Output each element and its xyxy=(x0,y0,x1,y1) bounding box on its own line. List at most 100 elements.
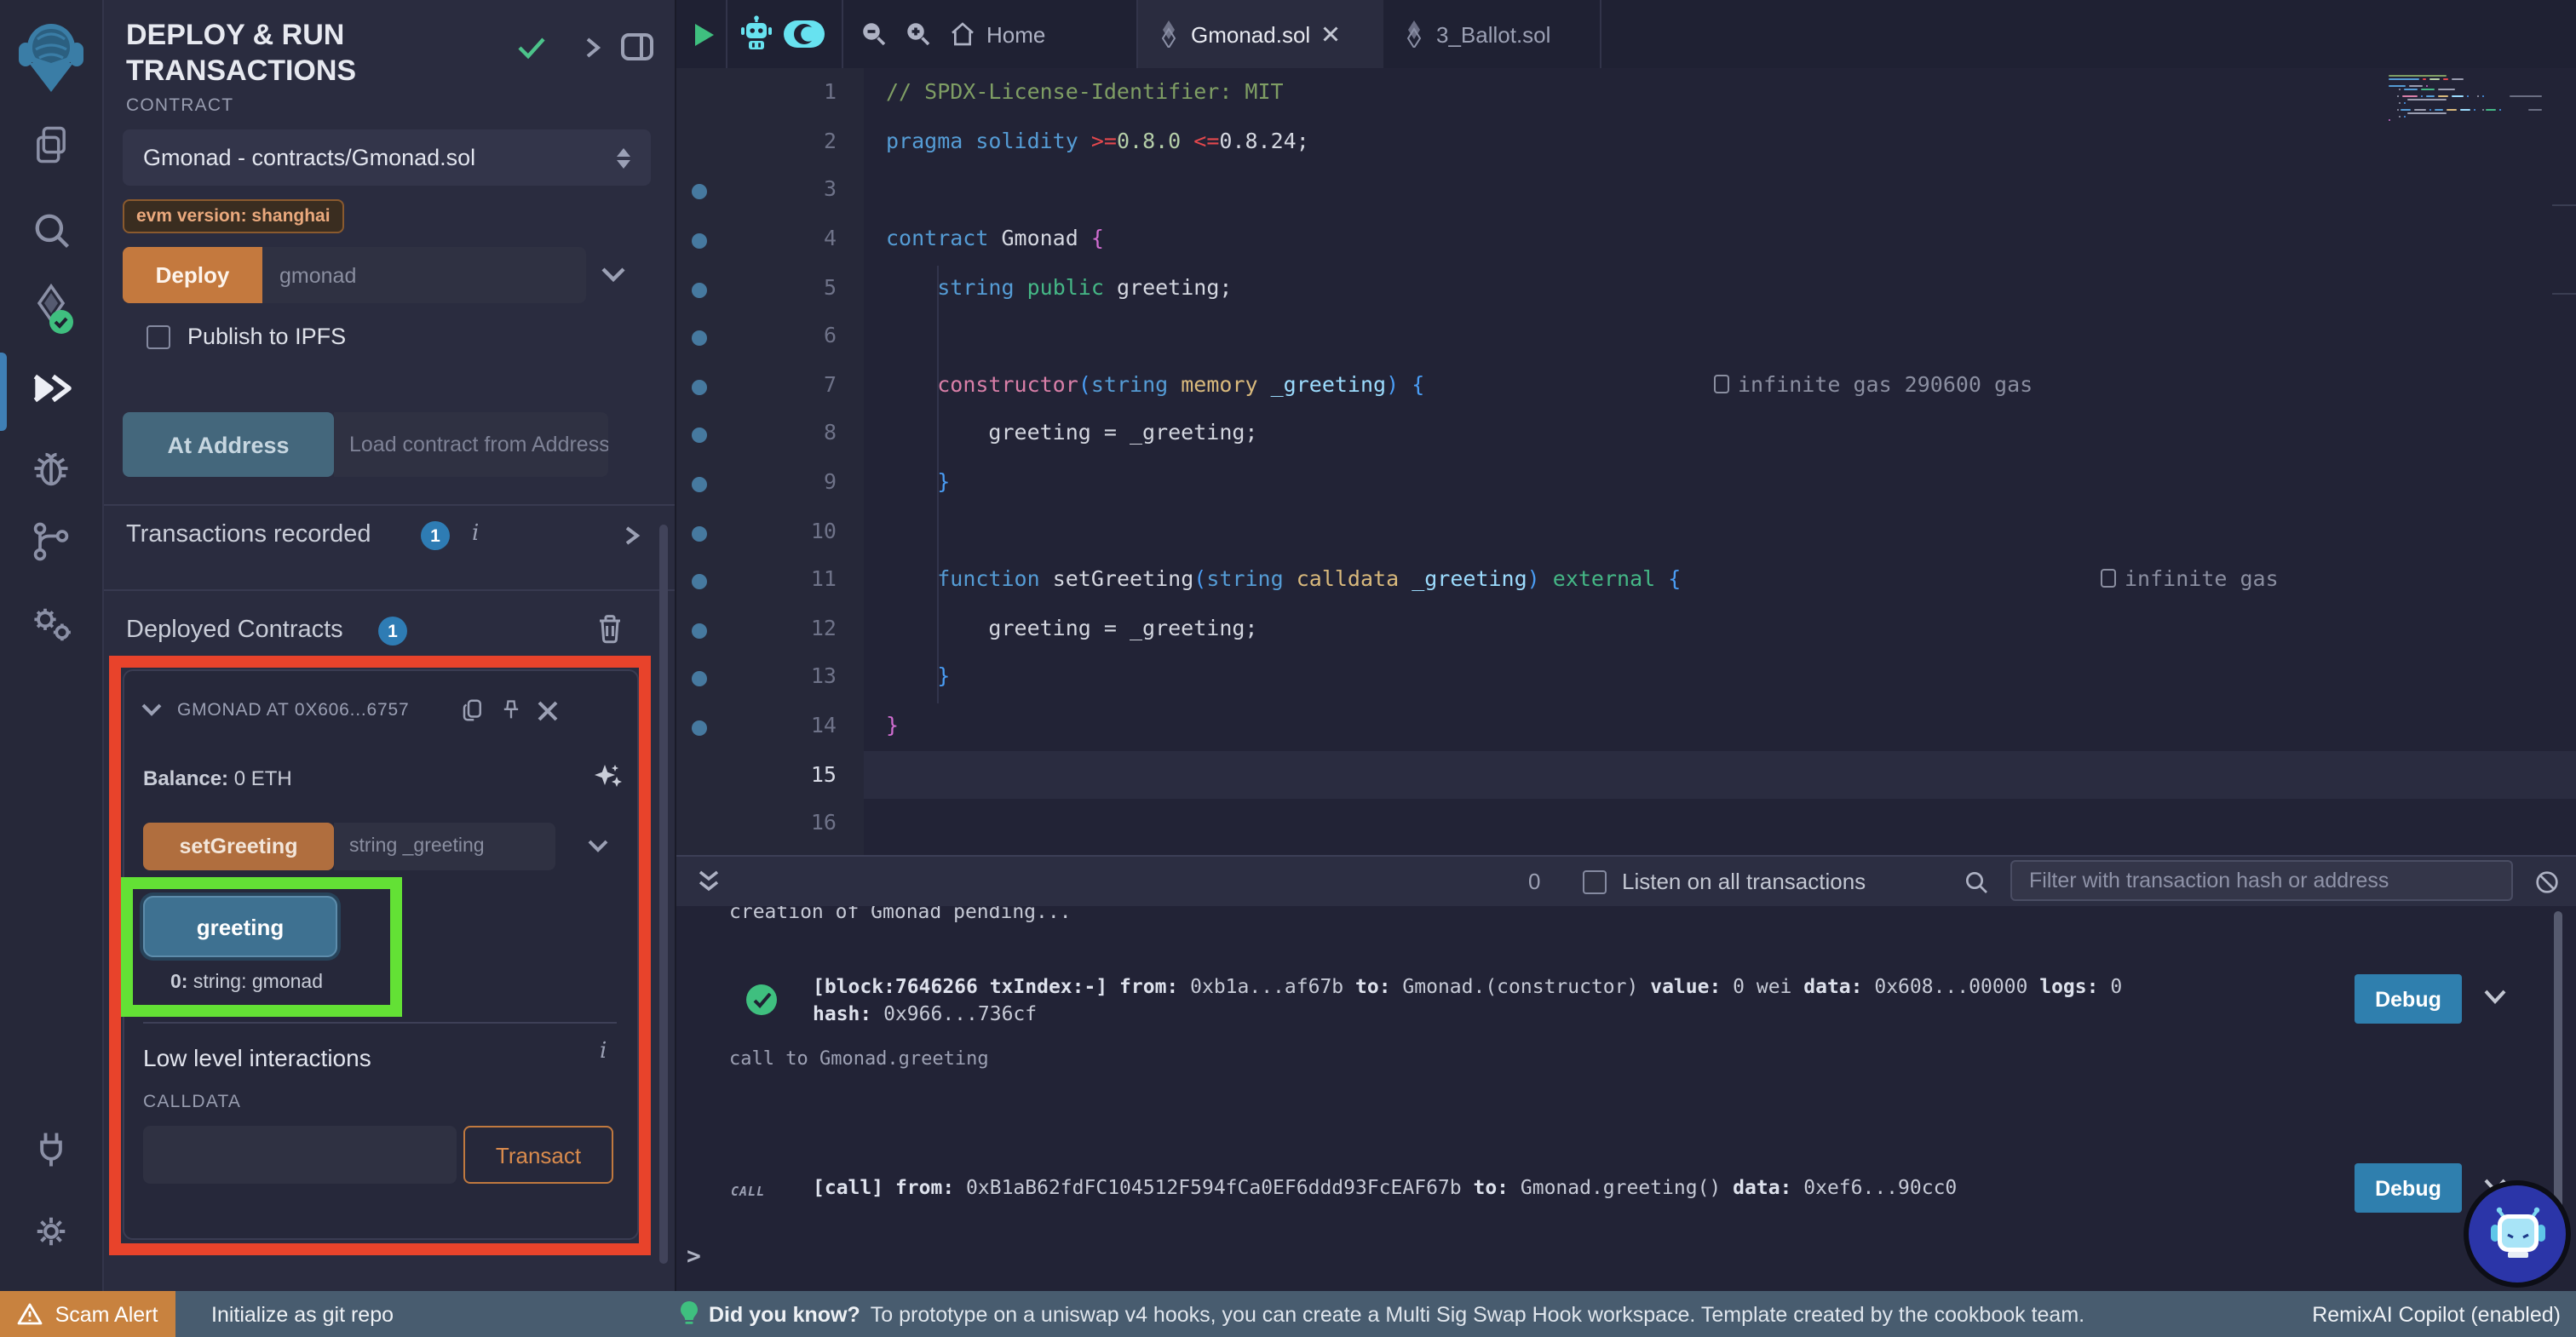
code-line[interactable]: 11 function setGreeting(string calldata … xyxy=(676,557,2576,605)
git-icon[interactable] xyxy=(0,519,102,564)
tab-gmonad-sol[interactable]: Gmonad.sol xyxy=(1138,0,1383,68)
tx-log-line[interactable]: hash: 0x966...736cf xyxy=(813,1001,1037,1025)
code-line[interactable]: 1// SPDX-License-Identifier: MIT xyxy=(676,70,2576,118)
transactions-count-badge: 1 xyxy=(421,521,450,550)
panel-scrollbar[interactable] xyxy=(659,525,668,1264)
listen-label: Listen on all transactions xyxy=(1622,869,1866,894)
transact-button[interactable]: Transact xyxy=(463,1126,613,1184)
terminal-prompt[interactable]: > xyxy=(687,1243,701,1271)
zoom-out-icon[interactable] xyxy=(859,19,889,49)
home-tab-label: Home xyxy=(986,21,1045,47)
code-line[interactable]: 12 greeting = _greeting; xyxy=(676,606,2576,655)
balance-value: 0 ETH xyxy=(228,766,292,790)
expand-terminal-icon[interactable] xyxy=(697,869,721,894)
listen-all-transactions[interactable]: Listen on all transactions xyxy=(1583,869,1866,894)
settings-gear-icon[interactable] xyxy=(0,1209,102,1254)
code-line[interactable]: 3 xyxy=(676,168,2576,216)
tab-3-ballot-sol[interactable]: 3_Ballot.sol xyxy=(1383,0,1601,68)
line-number: 4 xyxy=(738,225,837,250)
deploy-button[interactable]: Deploy xyxy=(123,247,262,303)
set-greeting-button[interactable]: setGreeting xyxy=(143,823,334,870)
code-line[interactable]: 14} xyxy=(676,703,2576,752)
code-line[interactable]: 16 xyxy=(676,800,2576,849)
copilot-status[interactable]: RemixAI Copilot (enabled) xyxy=(2312,1302,2561,1326)
calldata-input[interactable] xyxy=(143,1126,457,1184)
line-marker-dot xyxy=(692,330,707,346)
code-line[interactable]: 9 } xyxy=(676,460,2576,508)
publish-ipfs-checkbox[interactable] xyxy=(147,325,170,349)
plugin-manager-icon[interactable] xyxy=(0,1128,102,1172)
debug-button[interactable]: Debug xyxy=(2355,1163,2462,1213)
panel-divider xyxy=(104,589,675,591)
line-marker-dot xyxy=(692,623,707,639)
terminal-search-icon[interactable] xyxy=(1963,869,1990,896)
code-line[interactable]: 5 string public greeting; xyxy=(676,265,2576,313)
editor-minimap[interactable] xyxy=(2389,75,2545,132)
deploy-expand-chevron-icon[interactable] xyxy=(600,264,627,284)
deploy-argument-input[interactable]: gmonad xyxy=(262,247,586,303)
debugger-icon[interactable] xyxy=(0,446,102,491)
code-line[interactable]: 6 xyxy=(676,313,2576,362)
terminal-scrollbar[interactable] xyxy=(2554,911,2562,1231)
set-greeting-expand-icon[interactable] xyxy=(586,838,610,855)
low-level-info-icon[interactable]: i xyxy=(600,1039,607,1064)
deploy-run-icon[interactable] xyxy=(0,364,102,412)
tx-log-line[interactable]: [call] from: 0xB1aB62fdFC104512F594fCa0E… xyxy=(813,1175,1957,1199)
at-address-button[interactable]: At Address xyxy=(123,412,334,477)
transactions-expand-icon[interactable] xyxy=(624,525,641,547)
file-explorer-icon[interactable] xyxy=(0,123,102,167)
expand-log-chevron-icon[interactable] xyxy=(2482,988,2508,1007)
remixai-robot-icon[interactable] xyxy=(739,15,773,53)
line-marker-dot xyxy=(692,233,707,249)
zoom-in-icon[interactable] xyxy=(903,19,934,49)
status-bar: Scam Alert Initialize as git repo Did yo… xyxy=(0,1291,2576,1337)
solidity-file-icon xyxy=(1404,20,1424,48)
calldata-label: CALLDATA xyxy=(143,1092,241,1112)
line-number: 8 xyxy=(738,420,837,445)
tx-log-line[interactable]: [block:7646266 txIndex:-] from: 0xb1a...… xyxy=(813,974,2122,998)
pin-view-icon[interactable] xyxy=(620,32,654,61)
listen-checkbox[interactable] xyxy=(1583,869,1607,893)
at-address-input[interactable]: Load contract from Address xyxy=(334,412,608,477)
card-collapse-chevron-icon[interactable] xyxy=(140,702,164,719)
copilot-toggle-icon[interactable] xyxy=(782,19,826,49)
ai-sparkles-icon[interactable] xyxy=(591,761,625,795)
copy-address-icon[interactable] xyxy=(460,697,486,724)
collapse-panel-icon[interactable] xyxy=(583,36,603,60)
code-line[interactable]: 2pragma solidity >=0.8.0 <=0.8.24; xyxy=(676,119,2576,168)
init-git-repo[interactable]: Initialize as git repo xyxy=(211,1302,394,1326)
line-number: 3 xyxy=(738,176,837,202)
clear-deployed-trash-icon[interactable] xyxy=(596,613,624,644)
home-tab[interactable]: Home xyxy=(949,0,1045,68)
transactions-info-icon[interactable]: i xyxy=(472,521,479,547)
clear-console-icon[interactable] xyxy=(2533,869,2561,896)
code-line[interactable]: 15 xyxy=(676,752,2576,800)
call-kind-label: CALL xyxy=(731,1184,765,1199)
scam-alert[interactable]: Scam Alert xyxy=(0,1291,175,1337)
code-line[interactable]: 4contract Gmonad { xyxy=(676,216,2576,265)
run-script-play-icon[interactable] xyxy=(693,22,716,48)
pin-contract-icon[interactable] xyxy=(499,697,523,724)
remix-logo-icon[interactable] xyxy=(0,19,102,94)
code-line[interactable]: 13 } xyxy=(676,655,2576,703)
code-line[interactable]: 8 greeting = _greeting; xyxy=(676,411,2576,460)
set-greeting-input[interactable]: string _greeting xyxy=(334,823,555,870)
close-tab-icon[interactable] xyxy=(1322,26,1339,43)
greeting-button[interactable]: greeting xyxy=(143,896,337,957)
line-marker-dot xyxy=(692,672,707,687)
remixai-assistant-button[interactable] xyxy=(2469,1185,2566,1282)
line-marker-dot xyxy=(692,525,707,541)
line-number: 5 xyxy=(738,273,837,299)
code-line[interactable]: 10 xyxy=(676,508,2576,557)
plugin-gears-icon[interactable] xyxy=(0,600,102,647)
code-editor[interactable]: 1// SPDX-License-Identifier: MIT2pragma … xyxy=(676,68,2576,857)
line-number: 9 xyxy=(738,468,837,494)
contract-select[interactable]: Gmonad - contracts/Gmonad.sol xyxy=(123,129,651,186)
close-contract-icon[interactable] xyxy=(537,699,559,721)
line-marker-dot xyxy=(692,428,707,444)
debug-button[interactable]: Debug xyxy=(2355,974,2462,1024)
transaction-filter-input[interactable]: Filter with transaction hash or address xyxy=(2010,860,2513,901)
solidity-compiler-icon[interactable] xyxy=(0,283,102,337)
code-line[interactable]: 7 constructor(string memory _greeting) {… xyxy=(676,363,2576,411)
search-icon[interactable] xyxy=(0,208,102,252)
